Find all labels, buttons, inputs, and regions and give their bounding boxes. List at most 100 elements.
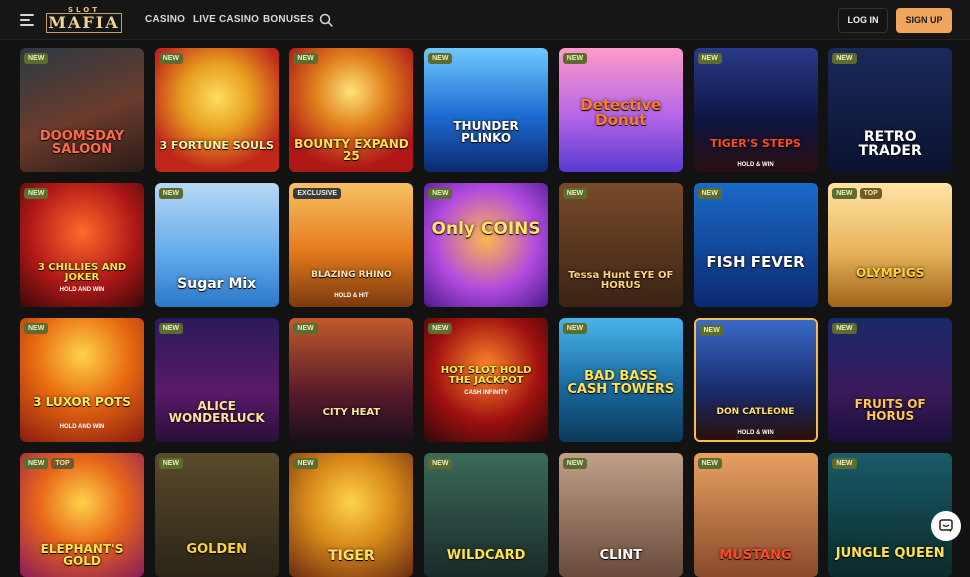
game-tile[interactable]: NEW FISH FEVER [693, 183, 818, 307]
game-tile[interactable]: NEW 3 CHILLIES AND JOKER HOLD AND WIN [20, 183, 144, 307]
game-tile[interactable]: NEW TIGER [289, 453, 414, 577]
status-badge: NEW [428, 323, 453, 334]
badge-group: NEW [562, 53, 588, 64]
top-header: SLOT MAFIA CASINO LIVE CASINO BONUSES LO… [0, 0, 970, 40]
status-badge: NEW [697, 188, 722, 199]
game-tile[interactable]: NEW DON CATLEONE HOLD & WIN [693, 318, 818, 442]
badge-group: NEW [158, 458, 184, 469]
game-tile[interactable]: NEW THUNDER PLINKO [424, 48, 549, 172]
badge-group: NEW [562, 458, 588, 469]
badge-group: NEW [562, 323, 588, 334]
status-badge: NEW [832, 323, 857, 334]
status-badge: NEW [428, 188, 453, 199]
game-title: TIGER [328, 548, 375, 564]
game-tile[interactable]: NEW Sugar Mix [154, 183, 279, 307]
game-subtitle: HOLD & HIT [334, 293, 369, 299]
game-title: CITY HEAT [322, 407, 381, 418]
status-badge: NEW [428, 458, 453, 469]
status-badge: NEW [158, 323, 184, 334]
game-title: Tessa Hunt EYE OF HORUS [568, 270, 674, 291]
badge-group: NEW [832, 458, 857, 469]
game-title: Sugar Mix [177, 276, 257, 292]
game-tile[interactable]: NEW 3 FORTUNE SOULS [154, 48, 279, 172]
login-button[interactable]: LOG IN [838, 8, 888, 33]
game-title: BOUNTY EXPAND 25 [294, 137, 409, 163]
game-tile[interactable]: EXCLUSIVE BLAZING RHINO HOLD & HIT [289, 183, 414, 307]
game-tile[interactable]: NEW 3 LUXOR POTS HOLD AND WIN [20, 318, 144, 442]
game-title: 3 FORTUNE SOULS [159, 139, 274, 152]
badge-group: NEW [293, 323, 318, 334]
game-title: TIGER'S STEPS [710, 137, 801, 150]
game-tile[interactable]: NEW GOLDEN [154, 453, 279, 577]
status-badge: NEW [562, 323, 588, 334]
nav-bonuses[interactable]: BONUSES [263, 14, 314, 25]
game-subtitle: HOLD & WIN [737, 430, 774, 436]
game-title: ELEPHANT'S GOLD [40, 542, 124, 568]
signup-button[interactable]: SIGN UP [896, 8, 952, 33]
game-artwork [424, 48, 549, 172]
status-badge: NEW [24, 323, 49, 334]
game-tile[interactable]: NEW Detective Donut [558, 48, 683, 172]
game-tile[interactable]: NEW TOP OLYMPIGS [828, 183, 953, 307]
game-title: THUNDER PLINKO [453, 119, 519, 145]
game-artwork [289, 318, 414, 442]
status-badge: NEW [697, 53, 722, 64]
nav-casino[interactable]: CASINO [145, 14, 185, 25]
chat-bubble-icon[interactable] [931, 511, 961, 541]
status-badge: NEW [158, 188, 184, 199]
site-logo[interactable]: SLOT MAFIA [46, 6, 122, 36]
game-tile[interactable]: NEW Tessa Hunt EYE OF HORUS [558, 183, 683, 307]
game-tile[interactable]: NEW FRUITS OF HORUS [828, 318, 953, 442]
game-title: 3 CHILLIES AND JOKER [37, 262, 127, 283]
badge-group: NEW [428, 458, 453, 469]
game-title: WILDCARD [446, 548, 526, 563]
hamburger-menu-icon[interactable] [20, 14, 34, 26]
game-tile[interactable]: NEW MUSTANG [693, 453, 818, 577]
status-badge: NEW [158, 53, 184, 64]
nav-live-casino[interactable]: LIVE CASINO [193, 14, 259, 25]
status-badge: TOP [859, 188, 882, 199]
game-tile[interactable]: NEW CLINT [558, 453, 683, 577]
game-tile[interactable]: NEW CITY HEAT [289, 318, 414, 442]
badge-group: NEW [699, 325, 724, 336]
badge-group: NEW [24, 53, 49, 64]
badge-group: NEW [697, 188, 722, 199]
status-badge: TOP [51, 458, 74, 469]
game-title: HOT SLOT HOLD THE JACKPOT [440, 365, 532, 386]
status-badge: NEW [24, 53, 49, 64]
badge-group: NEW [697, 458, 722, 469]
game-tile[interactable]: NEW RETRO TRADER [828, 48, 953, 172]
status-badge: NEW [293, 458, 318, 469]
game-tile[interactable]: NEW BOUNTY EXPAND 25 [289, 48, 414, 172]
game-title: JUNGLE QUEEN [835, 546, 945, 561]
status-badge: NEW [562, 53, 588, 64]
game-title: BLAZING RHINO [311, 270, 392, 280]
badge-group: NEW [832, 323, 857, 334]
game-tile[interactable]: NEW ALICE WONDERLUCK [154, 318, 279, 442]
game-tile[interactable]: NEW Only COINS [424, 183, 549, 307]
game-tile[interactable]: NEW TIGER'S STEPS HOLD & WIN [693, 48, 818, 172]
status-badge: NEW [158, 458, 184, 469]
game-title: FRUITS OF HORUS [854, 397, 926, 423]
game-artwork [693, 48, 818, 172]
game-tile[interactable]: NEW WILDCARD [424, 453, 549, 577]
badge-group: NEW [158, 188, 184, 199]
badge-group: NEW [24, 188, 49, 199]
game-tile[interactable]: NEW DOOMSDAY SALOON [20, 48, 144, 172]
search-icon[interactable] [319, 13, 333, 27]
game-tile[interactable]: NEW TOP ELEPHANT'S GOLD [20, 453, 144, 577]
badge-group: NEW [562, 188, 588, 199]
badge-group: NEW [158, 53, 184, 64]
game-title: Detective Donut [580, 96, 662, 129]
status-badge: NEW [293, 53, 318, 64]
game-tile[interactable]: NEW BAD BASS CASH TOWERS [558, 318, 683, 442]
status-badge: NEW [562, 458, 588, 469]
game-artwork [154, 48, 279, 172]
game-title: OLYMPIGS [856, 266, 925, 280]
game-tile[interactable]: NEW JUNGLE QUEEN [828, 453, 953, 577]
game-tile[interactable]: NEW HOT SLOT HOLD THE JACKPOT CASH INFINIT… [424, 318, 549, 442]
badge-group: NEW [832, 53, 857, 64]
status-badge: NEW [293, 323, 318, 334]
game-artwork [693, 183, 818, 307]
game-artwork [424, 183, 549, 307]
